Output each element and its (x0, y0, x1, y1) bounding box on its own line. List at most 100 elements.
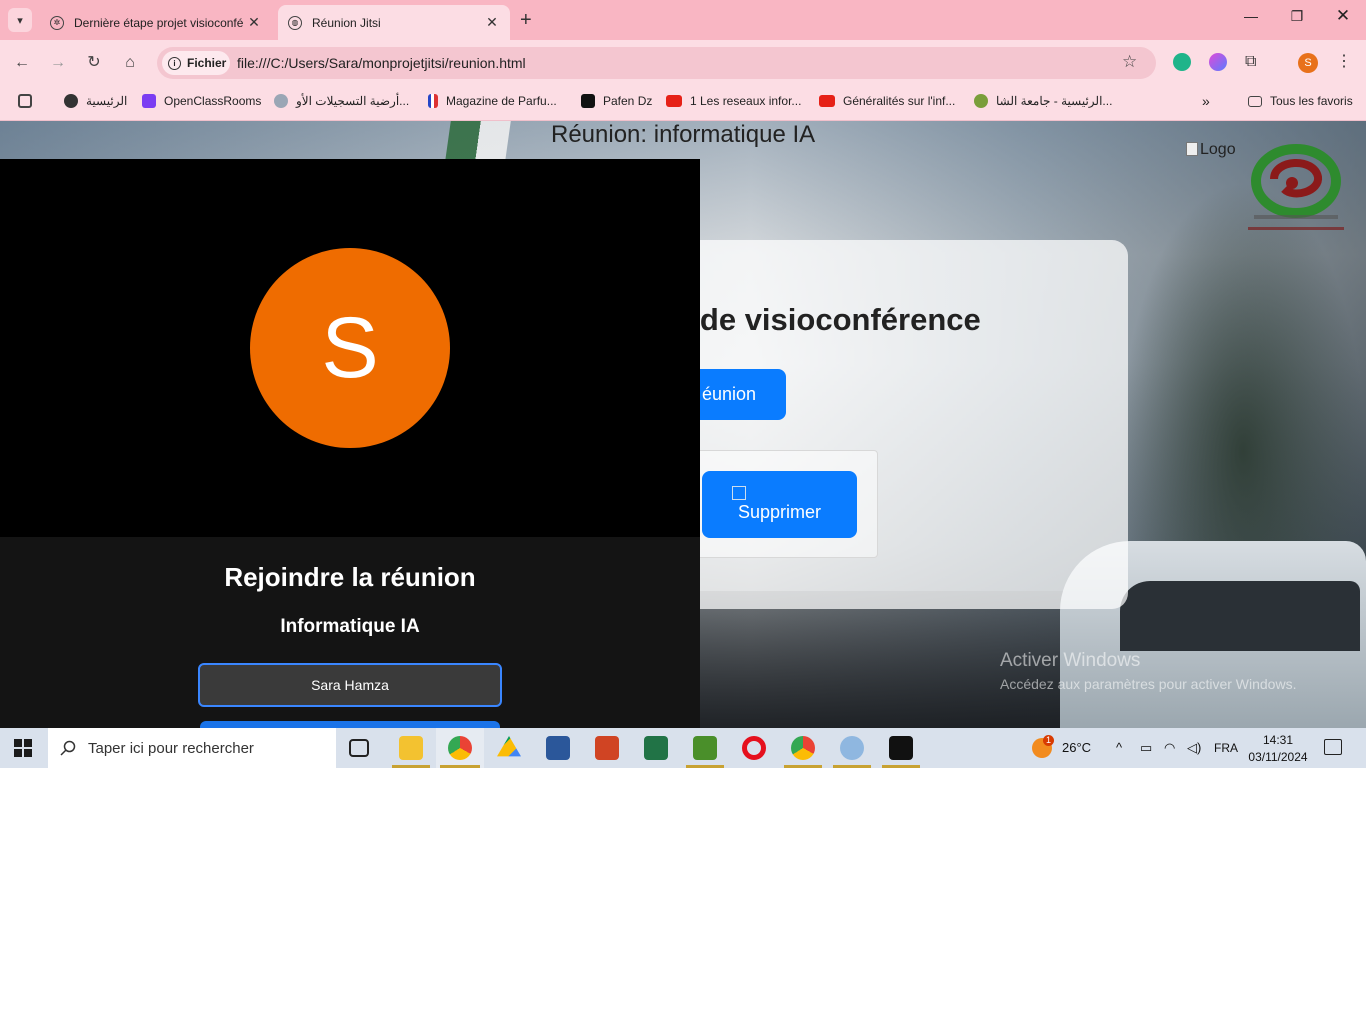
prejoin-title: Rejoindre la réunion (224, 562, 476, 592)
file-explorer-icon[interactable] (399, 736, 423, 760)
bookmark-item[interactable]: أرضية التسجيلات الأو... (274, 92, 409, 110)
clock-time: 14:31 (1262, 733, 1294, 747)
volume-icon[interactable]: ◁) (1187, 740, 1201, 756)
close-tab-icon[interactable]: ✕ (484, 14, 500, 31)
bookmark-label: 1 Les reseaux infor... (690, 94, 802, 108)
car-window (1120, 581, 1360, 651)
watermark-subtitle: Accédez aux paramètres pour activer Wind… (1000, 676, 1297, 692)
project-icon[interactable] (693, 736, 717, 760)
prejoin-join-button[interactable] (200, 721, 500, 728)
running-indicator (833, 765, 871, 768)
meet-now-icon[interactable]: ▭ (1140, 740, 1152, 756)
bookmark-star-icon[interactable]: ☆ (1122, 52, 1137, 72)
display-name-input[interactable] (198, 663, 502, 707)
tray-chevron-icon[interactable]: ^ (1116, 740, 1122, 755)
taskbar-clock[interactable]: 14:31 03/11/2024 (1244, 732, 1312, 766)
bookmark-item[interactable]: Généralités sur l'inf... (819, 92, 955, 110)
clock-date: 03/11/2024 (1248, 750, 1308, 764)
delete-button-label: Supprimer (737, 502, 822, 522)
word-icon[interactable] (546, 736, 570, 760)
bookmark-label: Magazine de Parfu... (446, 94, 557, 108)
avatar: S (250, 248, 450, 448)
chrome-profile-icon[interactable] (791, 736, 815, 760)
globe-icon: ◍ (288, 15, 302, 30)
tab-reunion-jitsi[interactable]: ◍ Réunion Jitsi ✕ (278, 5, 510, 40)
paint-icon[interactable] (840, 736, 864, 760)
running-indicator (440, 765, 480, 768)
tab-title: Dernière étape projet visioconfé (74, 15, 244, 30)
search-placeholder: Taper ici pour rechercher (88, 739, 254, 757)
taskbar-search-box[interactable]: Taper ici pour rechercher (48, 728, 336, 768)
logo-alt-text: Logo (1200, 141, 1236, 158)
back-arrow-icon[interactable]: ← (10, 51, 34, 75)
page-viewport: Réunion: informatique IA Logo cation de … (0, 121, 1366, 728)
all-bookmarks-label: Tous les favoris (1270, 94, 1353, 108)
weather-temperature[interactable]: 26°C (1062, 740, 1091, 755)
tab-title: Réunion Jitsi (312, 15, 381, 30)
site-icon (274, 94, 288, 108)
terminal-icon[interactable] (889, 736, 913, 760)
prejoin-panel: S Rejoindre la réunion Informatique IA (0, 159, 700, 728)
chrome-icon[interactable] (448, 736, 472, 760)
bookmark-label: OpenClassRooms (164, 94, 262, 108)
close-window-icon[interactable]: ✕ (1320, 6, 1366, 26)
magazine-icon (428, 94, 438, 108)
grammarly-extension-icon[interactable] (1173, 53, 1191, 71)
tab-derniere-etape[interactable]: ✲ Dernière étape projet visioconfé ✕ (40, 5, 272, 40)
reload-icon[interactable]: ↻ (82, 51, 106, 75)
browser-menu-icon[interactable]: ⋮ (1336, 51, 1352, 71)
restore-icon[interactable]: ❐ (1274, 8, 1320, 25)
university-icon (974, 94, 988, 108)
bookmark-item[interactable]: OpenClassRooms (142, 92, 261, 110)
url-text[interactable]: file:///C:/Users/Sara/monprojetjitsi/reu… (237, 55, 526, 71)
folder-icon (1248, 95, 1262, 107)
profile-avatar[interactable]: S (1298, 53, 1318, 73)
running-indicator (882, 765, 920, 768)
more-bookmarks-icon[interactable]: » (1202, 92, 1210, 110)
broken-image-icon (732, 486, 746, 500)
watermark-title: Activer Windows (1000, 650, 1141, 671)
notification-center-icon[interactable] (1324, 739, 1342, 755)
tab-search-button[interactable]: ▾ (8, 8, 32, 32)
bookmark-label: الرئيسية - جامعة الشا... (996, 94, 1113, 108)
pafen-icon (581, 94, 595, 108)
windows-activation-watermark: Activer Windows Accédez aux paramètres p… (1000, 650, 1296, 692)
site-info-chip[interactable]: i Fichier (162, 51, 230, 75)
bookmark-label: Généralités sur l'inf... (843, 94, 956, 108)
language-indicator[interactable]: FRA (1214, 741, 1238, 755)
background-flag (445, 121, 511, 161)
all-bookmarks-folder[interactable]: Tous les favoris (1248, 92, 1353, 110)
powerpoint-icon[interactable] (595, 736, 619, 760)
task-view-icon[interactable] (349, 739, 369, 757)
bookmark-item[interactable]: Magazine de Parfu... (428, 92, 557, 110)
bookmark-item[interactable]: الرئيسية (64, 92, 127, 110)
meeting-title: Réunion: informatique IA (551, 121, 816, 148)
bookmark-label: أرضية التسجيلات الأو... (296, 94, 410, 108)
bookmark-item[interactable]: 1 Les reseaux infor... (666, 92, 801, 110)
ai-extension-icon[interactable] (1209, 53, 1227, 71)
opera-icon[interactable] (742, 736, 766, 760)
broken-logo-image: Logo (1186, 141, 1236, 159)
close-tab-icon[interactable]: ✕ (246, 14, 262, 31)
prejoin-subtitle: Informatique IA (280, 616, 420, 637)
home-icon[interactable]: ⌂ (118, 51, 142, 75)
weather-badge: 1 (1043, 735, 1054, 746)
broken-image-icon (1186, 142, 1198, 156)
forward-arrow-icon[interactable]: → (46, 51, 70, 75)
chatgpt-icon: ✲ (50, 15, 64, 30)
delete-button[interactable]: Supprimer (702, 471, 857, 538)
bookmark-item[interactable]: الرئيسية - جامعة الشا... (974, 92, 1112, 110)
bookmark-item[interactable]: Pafen Dz (581, 92, 652, 110)
excel-icon[interactable] (644, 736, 668, 760)
apps-grid-icon[interactable] (18, 92, 40, 110)
extensions-puzzle-icon[interactable]: ⧉ (1245, 53, 1263, 71)
screen: ▾ ✲ Dernière étape projet visioconfé ✕ ◍… (0, 0, 1366, 768)
bookmark-label: الرئيسية (86, 94, 128, 108)
video-preview: S (0, 159, 700, 537)
wifi-icon[interactable]: ◠ (1164, 740, 1175, 756)
new-tab-button[interactable]: + (520, 9, 532, 32)
windows-start-icon[interactable] (14, 739, 32, 757)
openclassrooms-icon (142, 94, 156, 108)
minimize-icon[interactable]: — (1228, 8, 1274, 24)
running-indicator (784, 765, 822, 768)
